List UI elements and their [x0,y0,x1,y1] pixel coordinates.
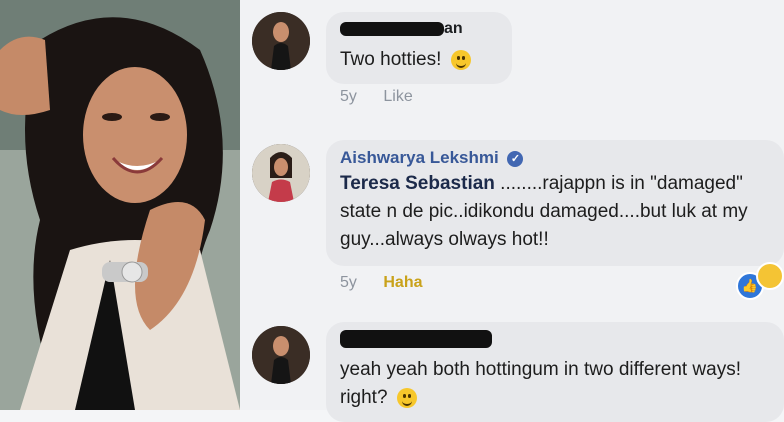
avatar[interactable] [252,326,310,384]
comment-text-line: state n de pic..idikondu damaged....but … [340,201,748,222]
haha-reaction-link[interactable]: Haha [383,274,422,291]
avatar[interactable] [252,144,310,202]
mention-link[interactable]: Teresa Sebastian [340,173,495,194]
comment-bubble: Aishwarya Lekshmi ✓ Teresa Sebastian ...… [326,140,784,266]
smile-emoji-icon [396,387,417,408]
smile-emoji-icon [450,49,471,70]
redacted-author [340,21,444,36]
portrait-photo [0,0,240,410]
comment-text: Two hotties! [340,49,442,70]
author-name[interactable]: Aishwarya Lekshmi [340,148,499,167]
like-link[interactable]: Like [383,88,412,105]
comment-bubble: yeah yeah both hottingum in two differen… [326,322,784,422]
comment-meta: 5y Like [340,88,413,106]
verified-badge-icon: ✓ [507,150,524,167]
reaction-summary[interactable]: 👍 [736,262,784,300]
comment-text-line: right? [340,387,388,408]
timestamp: 5y [340,274,357,291]
laughing-emoji-icon [756,262,784,290]
comment-bubble: an Two hotties! [326,12,512,84]
comment-thread: an Two hotties! 5y Like Aishwarya Lekshm… [240,0,784,422]
comment-text-line: guy...always olways hot!! [340,229,549,250]
comment-author-row: Aishwarya Lekshmi ✓ [340,148,770,168]
comment-text-line: yeah yeah both hottingum in two differen… [340,359,742,380]
avatar[interactable] [252,12,310,70]
comment-meta: 5y Haha [340,274,422,292]
comment-text-line: ........rajappn is in "damaged" [494,173,743,194]
author-name-suffix: an [444,20,463,37]
redacted-author [340,330,492,348]
timestamp: 5y [340,88,357,105]
